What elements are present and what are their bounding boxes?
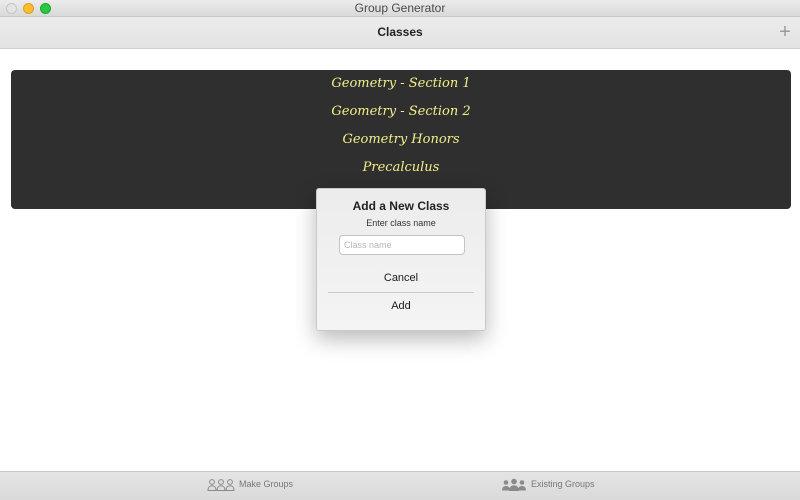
tab-make-groups[interactable]: Make Groups xyxy=(207,472,307,500)
class-item[interactable]: Geometry - Section 2 xyxy=(11,100,791,124)
add-class-button[interactable]: + xyxy=(776,22,794,42)
window-titlebar: Group Generator xyxy=(0,0,800,17)
tab-bar: Make Groups Existing Groups xyxy=(0,471,800,500)
dialog-message: Enter class name xyxy=(366,218,436,228)
tab-label: Existing Groups xyxy=(531,479,595,489)
tab-label: Make Groups xyxy=(239,479,294,489)
class-name-input[interactable] xyxy=(339,235,465,255)
page-title: Classes xyxy=(377,25,423,39)
class-item[interactable]: Geometry - Section 1 xyxy=(11,72,791,96)
tab-existing-groups[interactable]: Existing Groups xyxy=(501,472,611,500)
navigation-bar: Classes + xyxy=(0,17,800,49)
add-button[interactable]: Add xyxy=(328,295,474,317)
group-outline-icon xyxy=(207,479,235,491)
window-title: Group Generator xyxy=(354,1,446,15)
add-class-dialog: Add a New Class Enter class name Cancel … xyxy=(316,188,486,331)
dialog-title: Add a New Class xyxy=(352,199,450,213)
group-filled-icon xyxy=(502,478,526,491)
dialog-separator xyxy=(328,292,474,293)
class-item[interactable]: Geometry Honors xyxy=(11,128,791,152)
class-item[interactable]: Precalculus xyxy=(11,156,791,180)
cancel-button[interactable]: Cancel xyxy=(328,267,474,289)
